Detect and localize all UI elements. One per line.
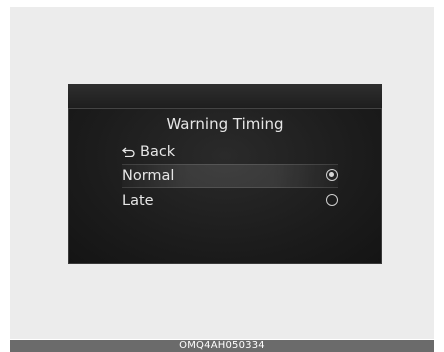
option-late[interactable]: Late xyxy=(122,190,338,212)
display-screen: Warning Timing Back Normal Late xyxy=(68,84,382,264)
option-normal[interactable]: Normal xyxy=(122,164,338,188)
radio-unselected-icon[interactable] xyxy=(326,194,338,206)
back-label: Back xyxy=(140,144,176,160)
back-menu-item[interactable]: Back xyxy=(122,141,338,163)
radio-selected-icon[interactable] xyxy=(326,169,338,181)
back-arrow-icon xyxy=(122,147,135,157)
screen-title: Warning Timing xyxy=(166,115,284,133)
screen-header-bar xyxy=(68,84,382,109)
option-normal-label: Normal xyxy=(122,168,175,184)
option-late-label: Late xyxy=(122,193,154,209)
figure-caption: OMQ4AH050334 xyxy=(10,340,434,352)
